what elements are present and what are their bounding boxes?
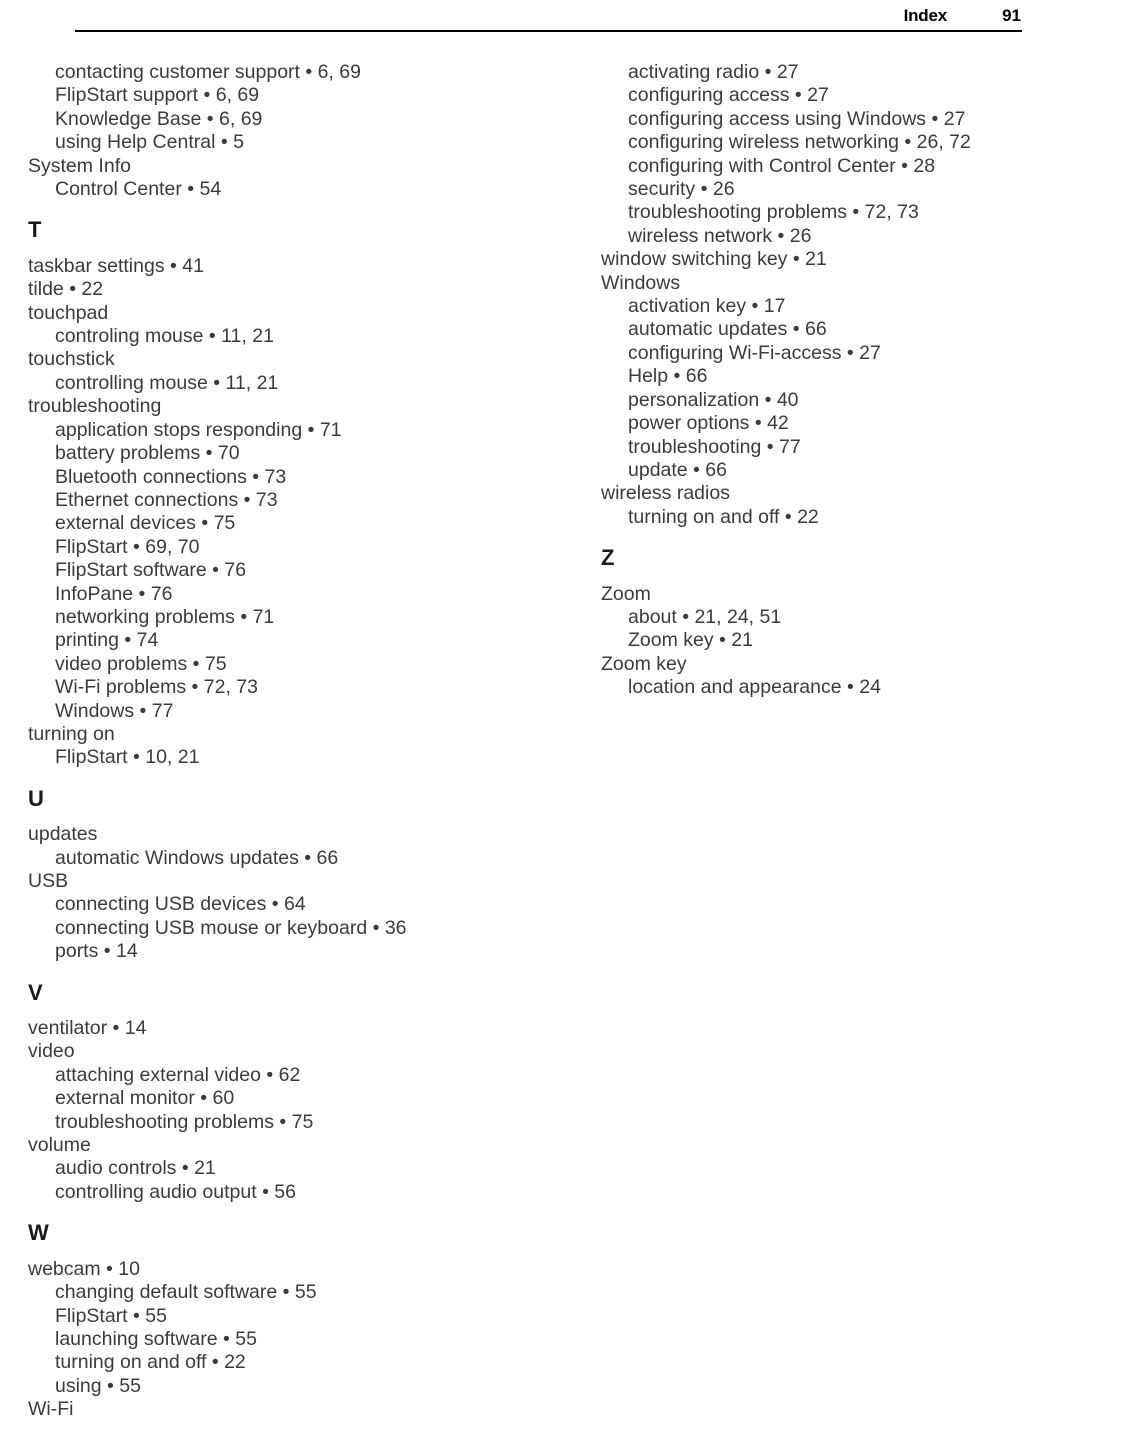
index-entry-main: Wi-Fi xyxy=(28,1398,74,1421)
index-entry-sub: Wi-Fi problems • 72, 73 xyxy=(55,676,258,699)
index-entry-sub: using • 55 xyxy=(55,1374,141,1397)
index-entry-sub: using Help Central • 5 xyxy=(55,131,244,154)
index-entry-sub: location and appearance • 24 xyxy=(628,676,881,699)
index-entry-main: System Info xyxy=(28,154,131,177)
index-entry-sub: connecting USB devices • 64 xyxy=(55,893,306,916)
index-entry-sub: printing • 74 xyxy=(55,629,159,652)
index-column-right: activating radio • 27 configuring access … xyxy=(601,61,1111,700)
index-entry-sub: FlipStart support • 6, 69 xyxy=(55,84,260,107)
index-entry-sub: troubleshooting problems • 72, 73 xyxy=(628,201,919,224)
index-entry-sub: Bluetooth connections • 73 xyxy=(55,465,287,488)
header-title: Index xyxy=(903,6,948,25)
index-entry-sub: wireless network • 26 xyxy=(628,224,812,247)
header-divider-rule xyxy=(75,30,1022,32)
index-entry-sub: configuring access using Windows • 27 xyxy=(628,107,966,130)
index-entry-main: updates xyxy=(28,823,98,846)
index-entry-sub: attaching external video • 62 xyxy=(55,1063,301,1086)
index-entry-sub: about • 21, 24, 51 xyxy=(628,605,782,628)
index-entry-sub: connecting USB mouse or keyboard • 36 xyxy=(55,916,407,939)
header-row: Index 91 xyxy=(75,0,1022,26)
index-entry-sub: controlling mouse • 11, 21 xyxy=(55,371,279,394)
index-entry-sub: FlipStart • 55 xyxy=(55,1304,167,1327)
index-section-letter: T xyxy=(28,217,42,243)
index-section-letter: V xyxy=(28,979,43,1005)
index-entry-main: webcam • 10 xyxy=(28,1257,140,1280)
index-entry-main: taskbar settings • 41 xyxy=(28,254,204,277)
index-entry-sub: FlipStart • 10, 21 xyxy=(55,746,200,769)
index-entry-main: Windows xyxy=(601,271,681,294)
index-entry-sub: Control Center • 54 xyxy=(55,178,222,201)
index-entry-sub: external devices • 75 xyxy=(55,512,236,535)
index-entry-main: USB xyxy=(28,870,69,892)
index-entry-sub: automatic updates • 66 xyxy=(628,318,827,341)
index-entry-sub: activation key • 17 xyxy=(628,295,786,318)
index-entry-main: turning on xyxy=(28,722,115,745)
index-entry-sub: configuring wireless networking • 26, 72 xyxy=(628,131,971,154)
index-section-letter: W xyxy=(28,1220,49,1246)
index-column-left: contacting customer support • 6, 69 FlipS… xyxy=(28,61,573,1422)
index-entry-sub: application stops responding • 71 xyxy=(55,418,342,441)
index-entry-main: troubleshooting xyxy=(28,395,162,418)
index-entry-sub: ports • 14 xyxy=(55,940,138,963)
index-entry-sub: networking problems • 71 xyxy=(55,605,275,628)
index-entry-sub: troubleshooting problems • 75 xyxy=(55,1110,314,1133)
index-entry-main: touchstick xyxy=(28,348,115,371)
index-entry-sub: Windows • 77 xyxy=(55,699,174,722)
index-entry-main: window switching key • 21 xyxy=(601,248,827,271)
index-entry-sub: video problems • 75 xyxy=(55,652,227,675)
index-entry-sub: Help • 66 xyxy=(628,365,708,388)
index-entry-sub: turning on and off • 22 xyxy=(628,505,819,528)
index-entry-sub: security • 26 xyxy=(628,178,735,201)
index-entry-sub: contacting customer support • 6, 69 xyxy=(55,61,361,83)
index-entry-sub: Knowledge Base • 6, 69 xyxy=(55,107,263,130)
index-entry-sub: troubleshooting • 77 xyxy=(628,435,801,458)
index-entry-sub: changing default software • 55 xyxy=(55,1281,317,1304)
index-entry-sub: configuring access • 27 xyxy=(628,84,829,107)
index-entry-sub: update • 66 xyxy=(628,458,727,481)
index-entry-sub: audio controls • 21 xyxy=(55,1157,216,1180)
index-entry-sub: automatic Windows updates • 66 xyxy=(55,846,339,869)
index-entry-main: volume xyxy=(28,1134,91,1157)
index-entry-sub: controling mouse • 11, 21 xyxy=(55,325,274,348)
index-entry-sub: configuring Wi-Fi-access • 27 xyxy=(628,341,881,364)
index-entry-sub: launching software • 55 xyxy=(55,1327,257,1350)
index-section-letter: Z xyxy=(601,545,615,571)
index-entry-sub: activating radio • 27 xyxy=(628,61,799,83)
index-entry-main: tilde • 22 xyxy=(28,278,104,301)
index-section-letter: U xyxy=(28,785,44,811)
index-entry-sub: FlipStart • 69, 70 xyxy=(55,535,200,558)
index-entry-sub: FlipStart software • 76 xyxy=(55,559,247,582)
index-entry-sub: external monitor • 60 xyxy=(55,1087,235,1110)
index-entry-sub: personalization • 40 xyxy=(628,388,799,411)
index-entry-main: video xyxy=(28,1040,75,1063)
index-entry-sub: controlling audio output • 56 xyxy=(55,1180,296,1203)
index-entry-sub: Ethernet connections • 73 xyxy=(55,488,278,511)
page-number: 91 xyxy=(1002,6,1021,25)
index-entry-sub: battery problems • 70 xyxy=(55,442,240,465)
index-entry-sub: InfoPane • 76 xyxy=(55,582,173,605)
index-entry-main: wireless radios xyxy=(601,482,730,505)
index-entry-sub: power options • 42 xyxy=(628,412,789,435)
page-running-header: Index 91 xyxy=(75,0,1022,34)
index-entry-main: ventilator • 14 xyxy=(28,1017,147,1040)
index-entry-sub: configuring with Control Center • 28 xyxy=(628,154,936,177)
index-entry-main: touchpad xyxy=(28,301,109,324)
index-entry-sub: turning on and off • 22 xyxy=(55,1351,246,1374)
index-entry-main: Zoom xyxy=(601,582,651,605)
index-entry-sub: Zoom key • 21 xyxy=(628,629,753,652)
index-entry-main: Zoom key xyxy=(601,652,687,675)
